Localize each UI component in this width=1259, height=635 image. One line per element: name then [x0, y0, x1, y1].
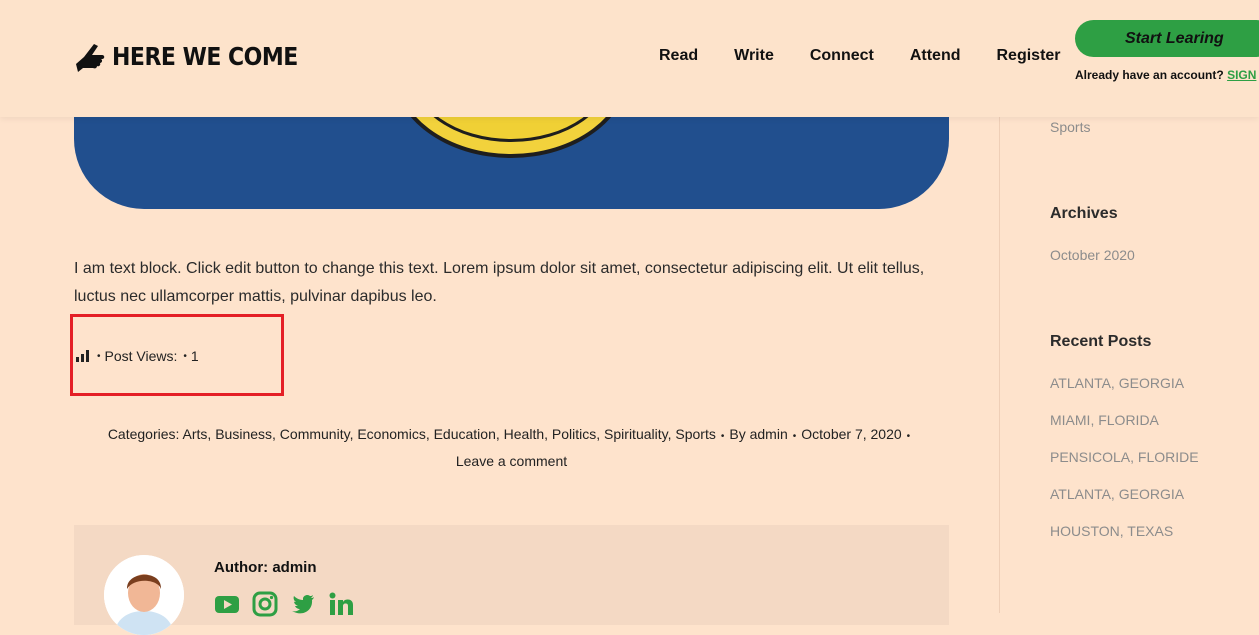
category-link[interactable]: Community — [280, 426, 350, 442]
linkedin-icon[interactable] — [328, 591, 354, 617]
featured-image — [74, 110, 949, 209]
site-logo[interactable]: HERE WE COME — [74, 40, 298, 74]
pointing-hand-icon — [76, 44, 105, 72]
post-meta: Categories: Arts, Business, Community, E… — [107, 426, 911, 469]
category-link[interactable]: Economics — [357, 426, 425, 442]
sidebar-category-sports[interactable]: Sports — [1050, 119, 1090, 135]
category-link[interactable]: Health — [504, 426, 544, 442]
post-views-count: 1 — [190, 348, 199, 364]
archive-link[interactable]: October 2020 — [1050, 247, 1135, 263]
recent-post-link[interactable]: MIAMI, FLORIDA — [1050, 412, 1159, 428]
site-header: HERE WE COME Read Write Connect Attend R… — [0, 0, 1259, 117]
category-link[interactable]: Business — [215, 426, 272, 442]
recent-posts-title: Recent Posts — [1050, 333, 1152, 350]
nav-read[interactable]: Read — [659, 47, 698, 65]
nav-connect[interactable]: Connect — [810, 47, 874, 65]
leave-comment-link[interactable]: Leave a comment — [456, 453, 567, 469]
post-views-label: Post Views: — [104, 348, 178, 364]
recent-post-link[interactable]: PENSICOLA, FLORIDE — [1050, 449, 1199, 465]
author-box: Author: admin — [74, 525, 949, 635]
social-links — [214, 591, 354, 617]
category-link[interactable]: Sports — [675, 426, 715, 442]
nav-write[interactable]: Write — [734, 47, 774, 65]
author-link[interactable]: admin — [750, 426, 788, 442]
sidebar-divider — [999, 117, 1000, 613]
recent-post-link[interactable]: ATLANTA, GEORGIA — [1050, 486, 1184, 502]
youtube-icon[interactable] — [214, 591, 240, 617]
post-date-link[interactable]: October 7, 2020 — [801, 426, 901, 442]
state-seal — [392, 110, 630, 158]
category-link[interactable]: Spirituality — [604, 426, 668, 442]
logo-text: HERE WE COME — [112, 42, 298, 72]
twitter-icon[interactable] — [290, 591, 316, 617]
article-body: I am text block. Click edit button to ch… — [74, 260, 925, 305]
category-link[interactable]: Politics — [552, 426, 596, 442]
archives-title: Archives — [1050, 205, 1118, 222]
account-prompt: Already have an account? SIGN — [1075, 68, 1256, 82]
bar-chart-icon — [76, 350, 89, 362]
category-link[interactable]: Education — [434, 426, 496, 442]
start-learning-button[interactable]: Start Learing — [1075, 20, 1259, 57]
main-nav: Read Write Connect Attend Register — [659, 47, 1061, 65]
nav-attend[interactable]: Attend — [910, 47, 961, 65]
avatar — [104, 555, 184, 635]
sign-in-link[interactable]: SIGN — [1227, 68, 1256, 82]
by-label: By — [729, 426, 746, 442]
instagram-icon[interactable] — [252, 591, 278, 617]
recent-post-link[interactable]: HOUSTON, TEXAS — [1050, 523, 1173, 539]
post-views: • Post Views: • 1 — [76, 348, 199, 364]
nav-register[interactable]: Register — [997, 47, 1061, 65]
account-text: Already have an account? — [1075, 68, 1224, 82]
author-name: Author: admin — [214, 559, 317, 576]
category-link[interactable]: Arts — [183, 426, 208, 442]
recent-post-link[interactable]: ATLANTA, GEORGIA — [1050, 375, 1184, 391]
categories-label: Categories: — [107, 426, 180, 442]
